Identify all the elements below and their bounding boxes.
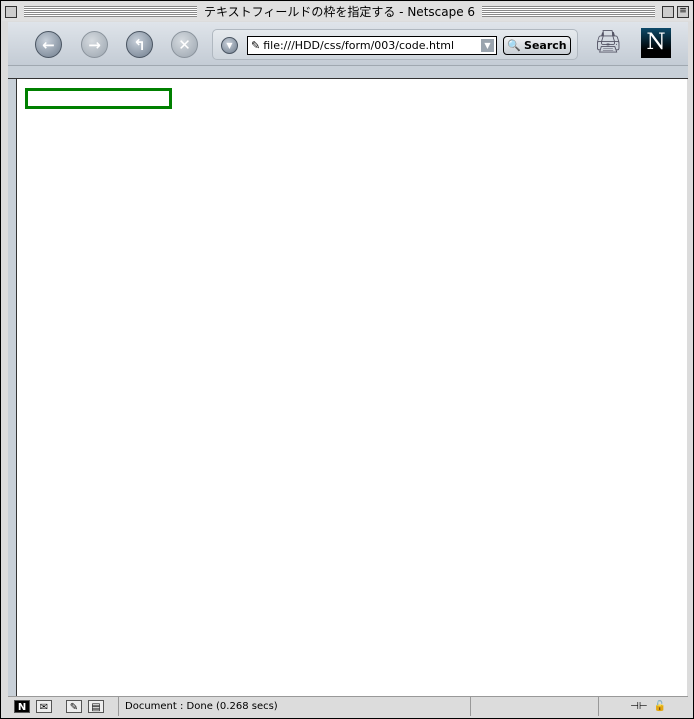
chevron-down-icon: ▼	[226, 41, 233, 50]
status-bar: N ✉ ✎ ▤ Document : Done (0.268 secs) ⊣⊢ …	[8, 696, 688, 716]
url-bar-group: ▼ ✎ file:///HDD/css/form/003/code.html ▼…	[212, 29, 578, 60]
sidebar-grippy[interactable]	[8, 79, 17, 696]
url-input[interactable]: ✎ file:///HDD/css/form/003/code.html ▼	[247, 36, 497, 55]
navigation-toolbar: ← → ↰ ✕ ▼ ✎ file:///HDD/css/form/003/cod…	[8, 22, 688, 66]
bookmarks-button[interactable]: ▼	[221, 37, 238, 54]
print-icon[interactable]: 🖨	[594, 30, 622, 55]
back-arrow-icon: ←	[42, 35, 55, 54]
address-book-icon[interactable]: ▤	[88, 700, 104, 713]
text-field[interactable]	[25, 88, 172, 109]
stop-icon: ✕	[178, 35, 191, 54]
netscape-icon[interactable]: N	[14, 700, 30, 713]
security-lock-icon[interactable]: 🔓	[654, 701, 666, 712]
magnifier-icon: 🔍	[507, 39, 522, 52]
netscape-logo[interactable]: N	[641, 28, 671, 58]
page-content	[17, 79, 687, 696]
forward-button[interactable]: →	[81, 31, 108, 58]
back-button[interactable]: ←	[35, 31, 62, 58]
window-title: テキストフィールドの枠を指定する - Netscape 6	[203, 5, 476, 19]
page-proxy-icon: ✎	[251, 39, 261, 52]
toolbar-grippy-bar[interactable]	[8, 66, 688, 79]
composer-icon[interactable]: ✎	[66, 700, 82, 713]
mail-icon[interactable]: ✉	[36, 700, 52, 713]
online-plug-icon[interactable]: ⊣⊢	[630, 701, 647, 712]
browser-window: テキストフィールドの枠を指定する - Netscape 6 ≡ ← → ↰ ✕ …	[0, 0, 694, 719]
forward-arrow-icon: →	[88, 35, 101, 54]
url-history-dropdown[interactable]: ▼	[481, 39, 494, 52]
stop-button[interactable]: ✕	[171, 31, 198, 58]
reload-button[interactable]: ↰	[126, 31, 153, 58]
title-bar: テキストフィールドの枠を指定する - Netscape 6 ≡	[2, 2, 692, 21]
close-box[interactable]	[5, 5, 17, 18]
search-button[interactable]: 🔍 Search	[503, 36, 571, 55]
reload-icon: ↰	[133, 35, 146, 54]
collapse-box[interactable]: ≡	[677, 5, 690, 18]
status-text: Document : Done (0.268 secs)	[125, 701, 278, 712]
zoom-box[interactable]	[662, 5, 675, 18]
